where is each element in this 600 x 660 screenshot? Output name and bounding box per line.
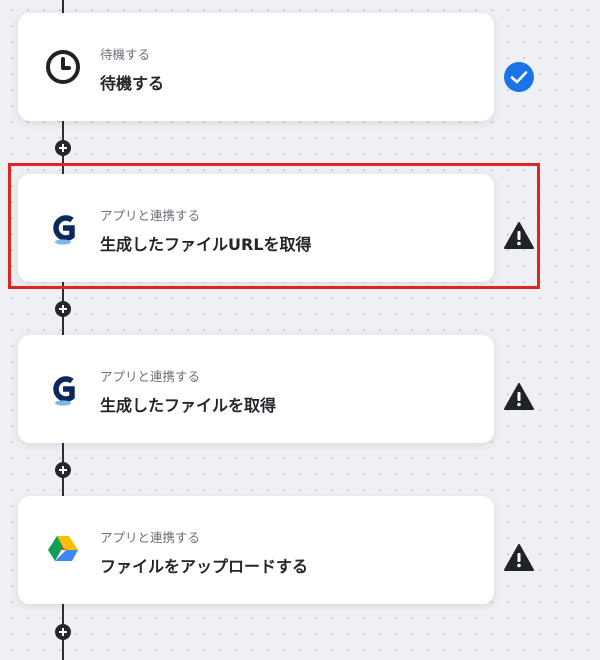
step-title: 待機する: [100, 74, 165, 93]
step-card-wait[interactable]: 待機する 待機する: [18, 13, 494, 121]
google-drive-icon: [48, 536, 78, 561]
g-app-logo-icon: [53, 215, 75, 245]
warning-icon: [504, 383, 534, 410]
step-title: ファイルをアップロードする: [100, 557, 309, 576]
step-title: 生成したファイルを取得: [100, 396, 277, 415]
add-step-button[interactable]: [55, 301, 71, 317]
clock-icon: [46, 50, 80, 84]
warning-icon: [504, 222, 534, 249]
step-title: 生成したファイルURLを取得: [100, 235, 312, 254]
add-step-button[interactable]: [55, 624, 71, 640]
add-step-button[interactable]: [55, 140, 71, 156]
add-step-button[interactable]: [55, 462, 71, 478]
step-subtitle: 待機する: [100, 47, 151, 62]
completed-check-icon: [504, 62, 534, 92]
step-card-upload-file[interactable]: アプリと連携する ファイルをアップロードする: [18, 496, 494, 604]
warning-icon: [504, 544, 534, 571]
step-subtitle: アプリと連携する: [100, 369, 201, 384]
g-app-logo-icon: [53, 376, 75, 406]
step-card-get-file[interactable]: アプリと連携する 生成したファイルを取得: [18, 335, 494, 443]
step-card-get-file-url[interactable]: アプリと連携する 生成したファイルURLを取得: [18, 174, 494, 282]
step-subtitle: アプリと連携する: [100, 208, 201, 223]
step-subtitle: アプリと連携する: [100, 530, 201, 545]
